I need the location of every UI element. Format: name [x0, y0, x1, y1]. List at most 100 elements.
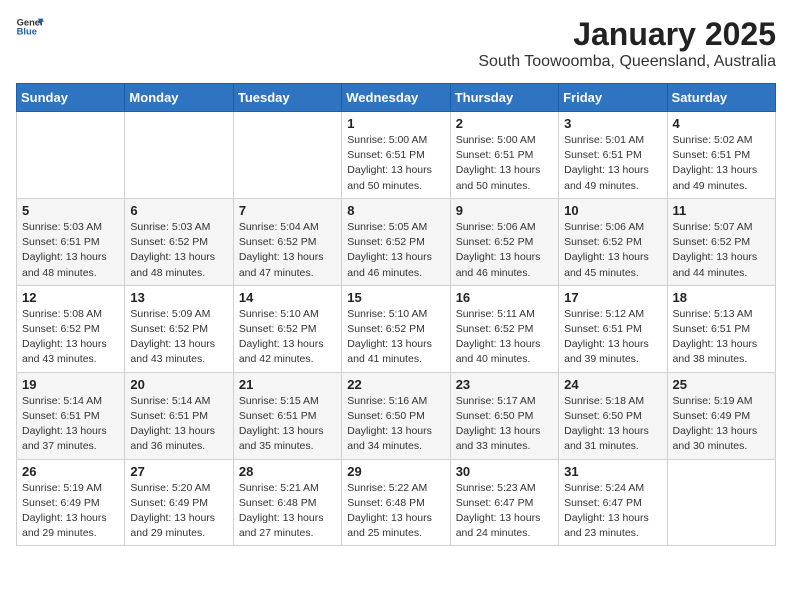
calendar-cell: 7Sunrise: 5:04 AMSunset: 6:52 PMDaylight… [233, 198, 341, 285]
day-info: Sunrise: 5:03 AMSunset: 6:51 PMDaylight:… [22, 220, 119, 281]
day-number: 23 [456, 377, 553, 392]
day-info: Sunrise: 5:11 AMSunset: 6:52 PMDaylight:… [456, 307, 553, 368]
calendar-cell: 13 Sunrise: 5:09 AMSunset: 6:52 PMDayligh… [125, 285, 233, 372]
day-info: Sunrise: 5:24 AMSunset: 6:47 PMDaylight:… [564, 481, 661, 542]
day-info: Sunrise: 5:12 AMSunset: 6:51 PMDaylight:… [564, 307, 661, 368]
day-number: 8 [347, 203, 444, 218]
calendar-week-5: 26 Sunrise: 5:19 AMSunset: 6:49 PMDayligh… [17, 459, 776, 546]
calendar-cell: 6 Sunrise: 5:03 AMSunset: 6:52 PMDaylight… [125, 198, 233, 285]
day-number: 24 [564, 377, 661, 392]
weekday-header-thursday: Thursday [450, 84, 558, 112]
day-number: 5 [22, 203, 119, 218]
calendar-cell [125, 112, 233, 199]
weekday-header-tuesday: Tuesday [233, 84, 341, 112]
month-title: January 2025 [478, 16, 776, 53]
day-number: 25 [673, 377, 770, 392]
calendar-week-1: 1 Sunrise: 5:00 AMSunset: 6:51 PMDaylight… [17, 112, 776, 199]
calendar-week-3: 12 Sunrise: 5:08 AMSunset: 6:52 PMDayligh… [17, 285, 776, 372]
calendar-cell: 1 Sunrise: 5:00 AMSunset: 6:51 PMDaylight… [342, 112, 450, 199]
day-info: Sunrise: 5:01 AMSunset: 6:51 PMDaylight:… [564, 133, 661, 194]
day-info: Sunrise: 5:05 AMSunset: 6:52 PMDaylight:… [347, 220, 444, 281]
day-number: 16 [456, 290, 553, 305]
day-info: Sunrise: 5:02 AMSunset: 6:51 PMDaylight:… [673, 133, 770, 194]
day-number: 31 [564, 464, 661, 479]
calendar-cell: 27 Sunrise: 5:20 AMSunset: 6:49 PMDayligh… [125, 459, 233, 546]
day-info: Sunrise: 5:20 AMSunset: 6:49 PMDaylight:… [130, 481, 227, 542]
calendar-cell: 18 Sunrise: 5:13 AMSunset: 6:51 PMDayligh… [667, 285, 775, 372]
day-number: 26 [22, 464, 119, 479]
day-number: 29 [347, 464, 444, 479]
day-info: Sunrise: 5:10 AMSunset: 6:52 PMDaylight:… [239, 307, 336, 368]
weekday-header-wednesday: Wednesday [342, 84, 450, 112]
calendar-cell: 23 Sunrise: 5:17 AMSunset: 6:50 PMDayligh… [450, 372, 558, 459]
day-info: Sunrise: 5:06 AMSunset: 6:52 PMDaylight:… [564, 220, 661, 281]
day-number: 27 [130, 464, 227, 479]
day-number: 28 [239, 464, 336, 479]
calendar-cell: 15 Sunrise: 5:10 AMSunset: 6:52 PMDayligh… [342, 285, 450, 372]
day-number: 3 [564, 116, 661, 131]
day-info: Sunrise: 5:18 AMSunset: 6:50 PMDaylight:… [564, 394, 661, 455]
calendar-cell: 21 Sunrise: 5:15 AMSunset: 6:51 PMDayligh… [233, 372, 341, 459]
calendar-cell: 10 Sunrise: 5:06 AMSunset: 6:52 PMDayligh… [559, 198, 667, 285]
calendar-cell [233, 112, 341, 199]
calendar-cell: 29Sunrise: 5:22 AMSunset: 6:48 PMDayligh… [342, 459, 450, 546]
calendar-table: SundayMondayTuesdayWednesdayThursdayFrid… [16, 83, 776, 546]
day-info: Sunrise: 5:00 AMSunset: 6:51 PMDaylight:… [347, 133, 444, 194]
calendar-cell: 11 Sunrise: 5:07 AMSunset: 6:52 PMDayligh… [667, 198, 775, 285]
calendar-cell: 17 Sunrise: 5:12 AMSunset: 6:51 PMDayligh… [559, 285, 667, 372]
day-number: 19 [22, 377, 119, 392]
calendar-cell: 2Sunrise: 5:00 AMSunset: 6:51 PMDaylight… [450, 112, 558, 199]
day-number: 20 [130, 377, 227, 392]
day-info: Sunrise: 5:23 AMSunset: 6:47 PMDaylight:… [456, 481, 553, 542]
day-number: 14 [239, 290, 336, 305]
day-number: 21 [239, 377, 336, 392]
day-info: Sunrise: 5:08 AMSunset: 6:52 PMDaylight:… [22, 307, 119, 368]
calendar-cell: 3 Sunrise: 5:01 AMSunset: 6:51 PMDaylight… [559, 112, 667, 199]
calendar-cell: 31 Sunrise: 5:24 AMSunset: 6:47 PMDayligh… [559, 459, 667, 546]
day-info: Sunrise: 5:19 AMSunset: 6:49 PMDaylight:… [22, 481, 119, 542]
calendar-cell: 8 Sunrise: 5:05 AMSunset: 6:52 PMDaylight… [342, 198, 450, 285]
day-number: 10 [564, 203, 661, 218]
weekday-header-monday: Monday [125, 84, 233, 112]
logo: General Blue [16, 16, 44, 36]
day-number: 6 [130, 203, 227, 218]
calendar-cell: 16 Sunrise: 5:11 AMSunset: 6:52 PMDayligh… [450, 285, 558, 372]
day-info: Sunrise: 5:15 AMSunset: 6:51 PMDaylight:… [239, 394, 336, 455]
title-block: January 2025 South Toowoomba, Queensland… [478, 16, 776, 71]
calendar-cell: 9Sunrise: 5:06 AMSunset: 6:52 PMDaylight… [450, 198, 558, 285]
day-number: 1 [347, 116, 444, 131]
calendar-cell: 28 Sunrise: 5:21 AMSunset: 6:48 PMDayligh… [233, 459, 341, 546]
calendar-cell: 26 Sunrise: 5:19 AMSunset: 6:49 PMDayligh… [17, 459, 125, 546]
calendar-cell: 19 Sunrise: 5:14 AMSunset: 6:51 PMDayligh… [17, 372, 125, 459]
day-info: Sunrise: 5:17 AMSunset: 6:50 PMDaylight:… [456, 394, 553, 455]
day-info: Sunrise: 5:14 AMSunset: 6:51 PMDaylight:… [22, 394, 119, 455]
location-title: South Toowoomba, Queensland, Australia [478, 53, 776, 71]
weekday-header-friday: Friday [559, 84, 667, 112]
calendar-cell: 14 Sunrise: 5:10 AMSunset: 6:52 PMDayligh… [233, 285, 341, 372]
calendar-week-4: 19 Sunrise: 5:14 AMSunset: 6:51 PMDayligh… [17, 372, 776, 459]
day-info: Sunrise: 5:09 AMSunset: 6:52 PMDaylight:… [130, 307, 227, 368]
calendar-week-2: 5 Sunrise: 5:03 AMSunset: 6:51 PMDaylight… [17, 198, 776, 285]
day-number: 22 [347, 377, 444, 392]
svg-text:Blue: Blue [17, 27, 37, 36]
day-info: Sunrise: 5:19 AMSunset: 6:49 PMDaylight:… [673, 394, 770, 455]
day-info: Sunrise: 5:16 AMSunset: 6:50 PMDaylight:… [347, 394, 444, 455]
day-number: 2 [456, 116, 553, 131]
day-number: 30 [456, 464, 553, 479]
day-number: 13 [130, 290, 227, 305]
calendar-cell: 30 Sunrise: 5:23 AMSunset: 6:47 PMDayligh… [450, 459, 558, 546]
logo-icon: General Blue [16, 16, 44, 36]
day-number: 18 [673, 290, 770, 305]
day-number: 11 [673, 203, 770, 218]
day-info: Sunrise: 5:07 AMSunset: 6:52 PMDaylight:… [673, 220, 770, 281]
day-info: Sunrise: 5:13 AMSunset: 6:51 PMDaylight:… [673, 307, 770, 368]
day-info: Sunrise: 5:03 AMSunset: 6:52 PMDaylight:… [130, 220, 227, 281]
weekday-header-saturday: Saturday [667, 84, 775, 112]
day-info: Sunrise: 5:14 AMSunset: 6:51 PMDaylight:… [130, 394, 227, 455]
day-info: Sunrise: 5:21 AMSunset: 6:48 PMDaylight:… [239, 481, 336, 542]
day-number: 17 [564, 290, 661, 305]
calendar-cell: 4Sunrise: 5:02 AMSunset: 6:51 PMDaylight… [667, 112, 775, 199]
day-info: Sunrise: 5:10 AMSunset: 6:52 PMDaylight:… [347, 307, 444, 368]
day-number: 12 [22, 290, 119, 305]
day-number: 15 [347, 290, 444, 305]
